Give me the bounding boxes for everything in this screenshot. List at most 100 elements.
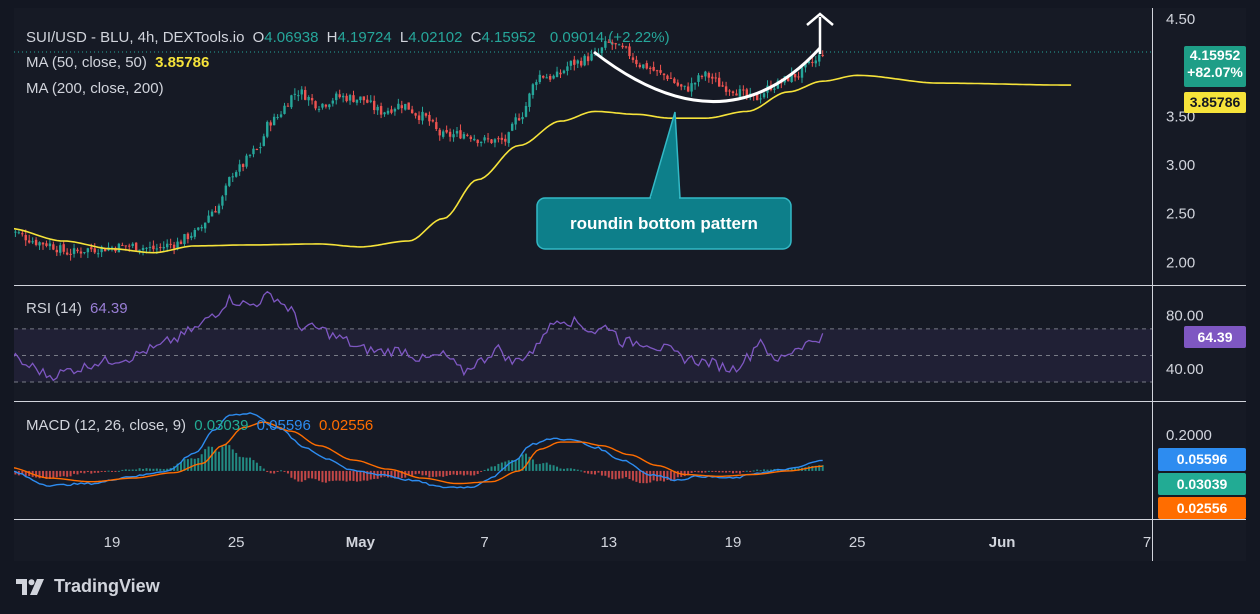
histogram-bar (286, 470, 289, 474)
candle-body (645, 63, 648, 69)
candle-body (138, 249, 141, 251)
histogram-bar (252, 460, 255, 471)
price-axis-label: 3.00 (1166, 157, 1195, 174)
tradingview-logo-icon (16, 578, 44, 595)
candle-body (455, 131, 459, 134)
ma50-legend[interactable]: MA (50, close, 50) 3.85786 (26, 54, 213, 71)
histogram-bar (676, 470, 679, 478)
rsi-legend[interactable]: RSI (14) 64.39 (26, 300, 132, 317)
candle-body (290, 95, 293, 108)
candle-body (524, 105, 528, 117)
candle-body (152, 245, 155, 250)
candle-body (14, 231, 17, 233)
histogram-bar (638, 470, 641, 484)
histogram-bar (728, 470, 731, 473)
candle-body (155, 248, 159, 250)
candle-body (190, 235, 193, 238)
axis-labels: 2.002.503.003.504.5080.0040.000.200019 25… (104, 11, 1212, 551)
histogram-bar (690, 470, 693, 473)
candle-body (421, 111, 424, 121)
candle-body (649, 67, 652, 69)
macd-value: 0.05596 (256, 417, 311, 434)
histogram-bar (231, 449, 234, 471)
candle-body (97, 253, 100, 255)
candle-body (93, 248, 96, 253)
rsi-axis-label: 40.00 (1166, 361, 1204, 378)
main-legend: SUI/USD - BLU, 4h, DEXTools.io O4.06938 … (26, 29, 670, 46)
candle-body (428, 114, 431, 122)
candle-body (345, 95, 348, 102)
candle-body (735, 93, 738, 96)
histogram-bar (569, 468, 572, 471)
candle-body (304, 90, 307, 100)
candle-body (452, 134, 455, 138)
candle-body (166, 243, 169, 248)
candle-body (83, 252, 86, 254)
ma200-legend[interactable]: MA (200, close, 200) (26, 80, 168, 97)
histogram-bar (369, 470, 372, 480)
candle-body (555, 71, 559, 77)
histogram-bar (556, 466, 559, 471)
histogram-bar (428, 470, 431, 478)
candle-body (386, 110, 390, 114)
candle-body (34, 239, 38, 245)
candle-body (793, 73, 797, 78)
histogram-bar (145, 468, 148, 471)
candle-body (514, 117, 517, 125)
chart-frame: roundin bottom pattern 2.00 2.50 3.00 3.50 4… (14, 8, 1246, 561)
candle-body (335, 93, 338, 101)
candle-body (214, 210, 217, 213)
candle-body (297, 95, 300, 97)
macd-legend[interactable]: MACD (12, 26, close, 9) 0.03039 0.05596 … (26, 417, 377, 434)
annotation-callout: roundin bottom pattern (536, 111, 792, 250)
candle-body (476, 139, 479, 144)
histogram-bar (580, 470, 583, 472)
histogram-bar (121, 469, 124, 471)
candle-body (410, 109, 414, 114)
candle-body (531, 84, 535, 95)
candle-body (224, 185, 228, 196)
histogram-bar (66, 470, 69, 477)
candle-body (314, 101, 317, 109)
candle-body (321, 103, 324, 108)
candle-body (504, 138, 507, 142)
candle-body (52, 244, 55, 250)
histogram-bar (200, 454, 203, 471)
histogram-bar (538, 463, 541, 471)
candle-body (128, 245, 131, 247)
change-value: 0.09014 (+2.22%) (549, 29, 670, 46)
histogram-bar (452, 470, 455, 475)
histogram-bar (493, 466, 496, 471)
candle-body (742, 89, 745, 91)
histogram-bar (583, 470, 586, 473)
symbol-title[interactable]: SUI/USD - BLU, 4h, DEXTools.io (26, 29, 244, 46)
histogram-bar (117, 470, 120, 472)
histogram-bar (473, 470, 476, 476)
histogram-bar (190, 458, 193, 471)
histogram-bar (604, 470, 607, 476)
histogram-bar (107, 470, 110, 472)
candle-body (659, 70, 662, 73)
histogram-bar (645, 470, 648, 484)
tradingview-logo[interactable]: TradingView (16, 576, 160, 597)
candle-body (310, 98, 314, 101)
price-axis-label: 2.00 (1166, 254, 1195, 271)
candle-body (117, 243, 121, 253)
candle-body (200, 227, 203, 229)
histogram-bar (621, 470, 624, 479)
candle-body (31, 241, 34, 243)
histogram-bar (283, 470, 286, 472)
candle-body (521, 116, 524, 120)
time-axis-label: Jun (989, 534, 1016, 551)
histogram-bar (725, 470, 728, 473)
candle-body (328, 104, 331, 108)
candle-body (624, 46, 628, 48)
histogram-bar (235, 452, 238, 471)
chart-canvas[interactable]: roundin bottom pattern 2.002.503.003.504… (14, 8, 1246, 561)
histogram-bar (590, 470, 593, 475)
histogram-bar (449, 470, 452, 476)
candle-body (448, 131, 452, 137)
histogram-bar (418, 470, 421, 474)
candle-body (635, 59, 638, 65)
candle-body (21, 233, 24, 235)
